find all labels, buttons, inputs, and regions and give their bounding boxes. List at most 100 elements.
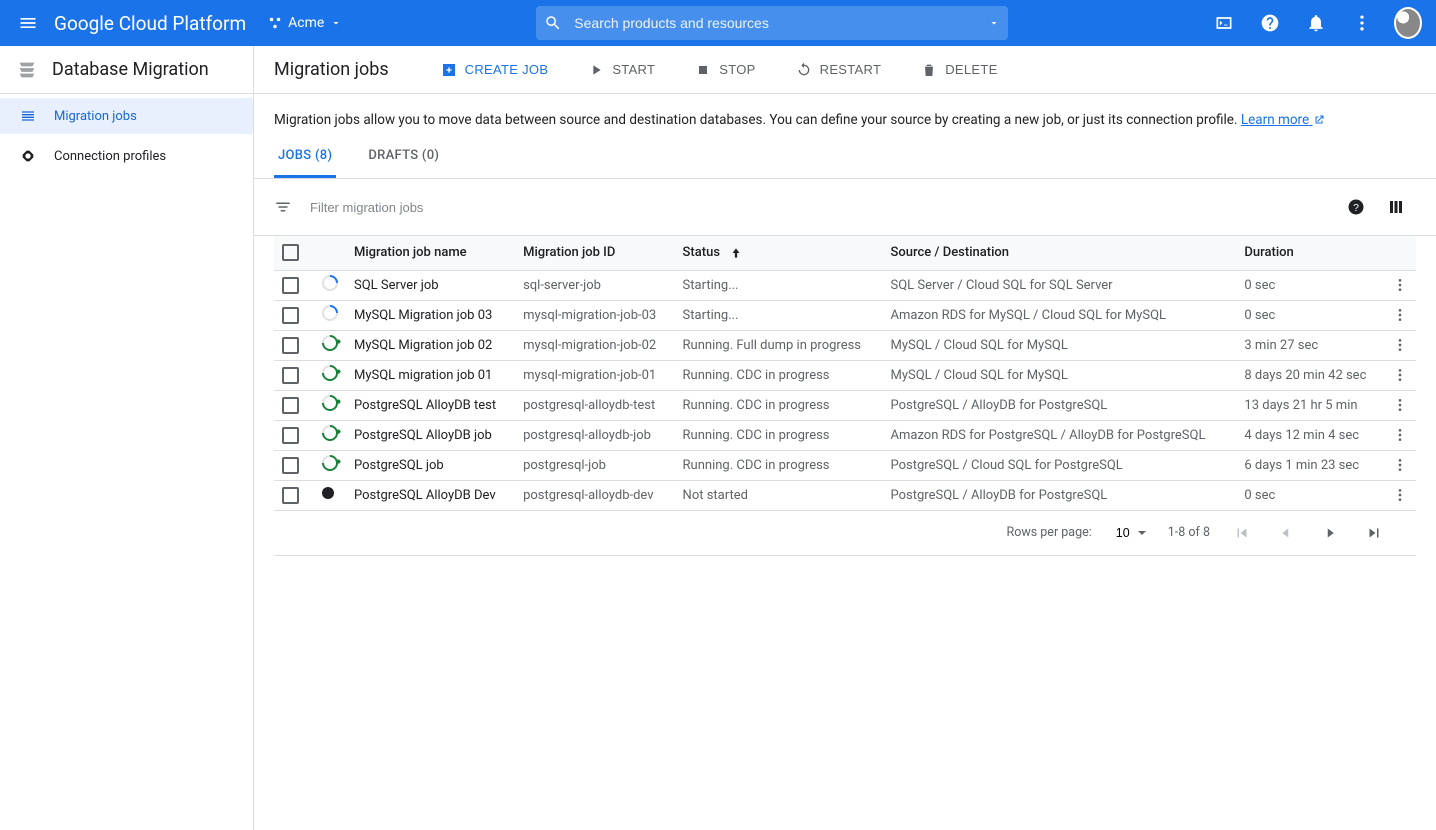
cloud-shell-button[interactable]	[1204, 3, 1244, 43]
rows-per-page-select[interactable]: 10	[1112, 524, 1148, 542]
cell-source-dest: MySQL / Cloud SQL for MySQL	[883, 360, 1237, 390]
cell-name[interactable]: SQL Server job	[346, 270, 515, 300]
row-menu-button[interactable]	[1384, 420, 1416, 450]
main-menu-button[interactable]	[8, 3, 48, 43]
filter-row: ?	[254, 179, 1436, 236]
platform-name: Google Cloud Platform	[54, 12, 246, 35]
learn-more-link[interactable]: Learn more	[1241, 112, 1325, 128]
sidebar-header: Database Migration	[0, 46, 253, 94]
column-display-button[interactable]	[1376, 187, 1416, 227]
more-vert-icon	[1392, 487, 1408, 503]
cell-name[interactable]: MySQL Migration job 02	[346, 330, 515, 360]
cell-duration: 0 sec	[1236, 300, 1384, 330]
header-select-all[interactable]	[274, 236, 314, 270]
filter-icon	[274, 198, 292, 216]
sidebar-item-connection-profiles[interactable]: Connection profiles	[0, 138, 253, 174]
last-page-button[interactable]	[1362, 521, 1386, 545]
chevron-down-icon	[330, 17, 342, 29]
col-status[interactable]: Status	[675, 236, 883, 270]
cell-duration: 3 min 27 sec	[1236, 330, 1384, 360]
notifications-button[interactable]	[1296, 3, 1336, 43]
cell-id: sql-server-job	[515, 270, 674, 300]
delete-button[interactable]: DELETE	[913, 56, 1005, 84]
row-menu-button[interactable]	[1384, 450, 1416, 480]
main-content: Migration jobs CREATE JOB START STOP RES…	[254, 46, 1436, 830]
more-vert-icon	[1392, 397, 1408, 413]
row-checkbox[interactable]	[274, 420, 314, 450]
cell-duration: 4 days 12 min 4 sec	[1236, 420, 1384, 450]
first-page-button[interactable]	[1230, 521, 1254, 545]
cell-name[interactable]: PostgreSQL job	[346, 450, 515, 480]
cell-name[interactable]: MySQL migration job 01	[346, 360, 515, 390]
cloud-console-header: Google Cloud Platform Acme	[0, 0, 1436, 46]
row-menu-button[interactable]	[1384, 330, 1416, 360]
more-vert-icon	[1392, 367, 1408, 383]
cell-status: Starting...	[675, 270, 883, 300]
filter-help-button[interactable]: ?	[1336, 187, 1376, 227]
cell-source-dest: PostgreSQL / AlloyDB for PostgreSQL	[883, 390, 1237, 420]
prev-page-button[interactable]	[1274, 521, 1298, 545]
sidebar-title: Database Migration	[52, 59, 209, 80]
restart-icon	[796, 62, 812, 78]
cell-status: Running. CDC in progress	[675, 390, 883, 420]
row-checkbox[interactable]	[274, 330, 314, 360]
cell-name[interactable]: PostgreSQL AlloyDB test	[346, 390, 515, 420]
restart-button[interactable]: RESTART	[788, 56, 890, 84]
col-source-dest[interactable]: Source / Destination	[883, 236, 1237, 270]
running-progress-icon	[319, 332, 342, 355]
row-checkbox[interactable]	[274, 270, 314, 300]
cell-id: postgresql-alloydb-test	[515, 390, 674, 420]
cell-id: mysql-migration-job-03	[515, 300, 674, 330]
cell-source-dest: PostgreSQL / Cloud SQL for PostgreSQL	[883, 450, 1237, 480]
col-name[interactable]: Migration job name	[346, 236, 515, 270]
sidebar-item-migration-jobs[interactable]: Migration jobs	[0, 98, 253, 134]
starting-spinner-icon	[319, 302, 342, 325]
col-id[interactable]: Migration job ID	[515, 236, 674, 270]
search-input[interactable]	[572, 14, 988, 32]
more-button[interactable]	[1342, 3, 1382, 43]
sidebar-item-icon	[20, 108, 36, 124]
cell-status: Starting...	[675, 300, 883, 330]
tab-drafts[interactable]: DRAFTS (0)	[364, 136, 443, 178]
play-icon	[588, 62, 604, 78]
cell-name[interactable]: PostgreSQL AlloyDB Dev	[346, 480, 515, 510]
cell-duration: 13 days 21 hr 5 min	[1236, 390, 1384, 420]
table-row: PostgreSQL AlloyDB Devpostgresql-alloydb…	[274, 480, 1416, 510]
cell-duration: 6 days 1 min 23 sec	[1236, 450, 1384, 480]
table-row: PostgreSQL AlloyDB testpostgresql-alloyd…	[274, 390, 1416, 420]
row-checkbox[interactable]	[274, 480, 314, 510]
stop-icon	[695, 62, 711, 78]
col-duration[interactable]: Duration	[1236, 236, 1384, 270]
row-menu-button[interactable]	[1384, 360, 1416, 390]
row-checkbox[interactable]	[274, 300, 314, 330]
tab-jobs[interactable]: JOBS (8)	[274, 136, 336, 178]
not-started-dot-icon	[322, 487, 334, 499]
table-row: PostgreSQL jobpostgresql-jobRunning. CDC…	[274, 450, 1416, 480]
table-row: MySQL Migration job 02mysql-migration-jo…	[274, 330, 1416, 360]
cell-name[interactable]: PostgreSQL AlloyDB job	[346, 420, 515, 450]
cell-duration: 8 days 20 min 42 sec	[1236, 360, 1384, 390]
project-name: Acme	[288, 15, 324, 31]
row-checkbox[interactable]	[274, 450, 314, 480]
cell-id: mysql-migration-job-02	[515, 330, 674, 360]
account-button[interactable]	[1388, 3, 1428, 43]
cell-duration: 0 sec	[1236, 270, 1384, 300]
stop-button[interactable]: STOP	[687, 56, 763, 84]
row-menu-button[interactable]	[1384, 300, 1416, 330]
project-selector[interactable]: Acme	[260, 11, 350, 35]
cell-name[interactable]: MySQL Migration job 03	[346, 300, 515, 330]
sidebar-item-icon	[20, 148, 36, 164]
start-button[interactable]: START	[580, 56, 663, 84]
sidebar: Database Migration Migration jobs Connect…	[0, 46, 254, 830]
row-menu-button[interactable]	[1384, 270, 1416, 300]
search-box[interactable]	[536, 6, 1008, 40]
create-job-button[interactable]: CREATE JOB	[433, 56, 557, 84]
row-checkbox[interactable]	[274, 360, 314, 390]
row-menu-button[interactable]	[1384, 480, 1416, 510]
help-button[interactable]	[1250, 3, 1290, 43]
next-page-button[interactable]	[1318, 521, 1342, 545]
row-menu-button[interactable]	[1384, 390, 1416, 420]
filter-input[interactable]	[308, 199, 1336, 216]
database-migration-icon	[16, 59, 38, 81]
row-checkbox[interactable]	[274, 390, 314, 420]
